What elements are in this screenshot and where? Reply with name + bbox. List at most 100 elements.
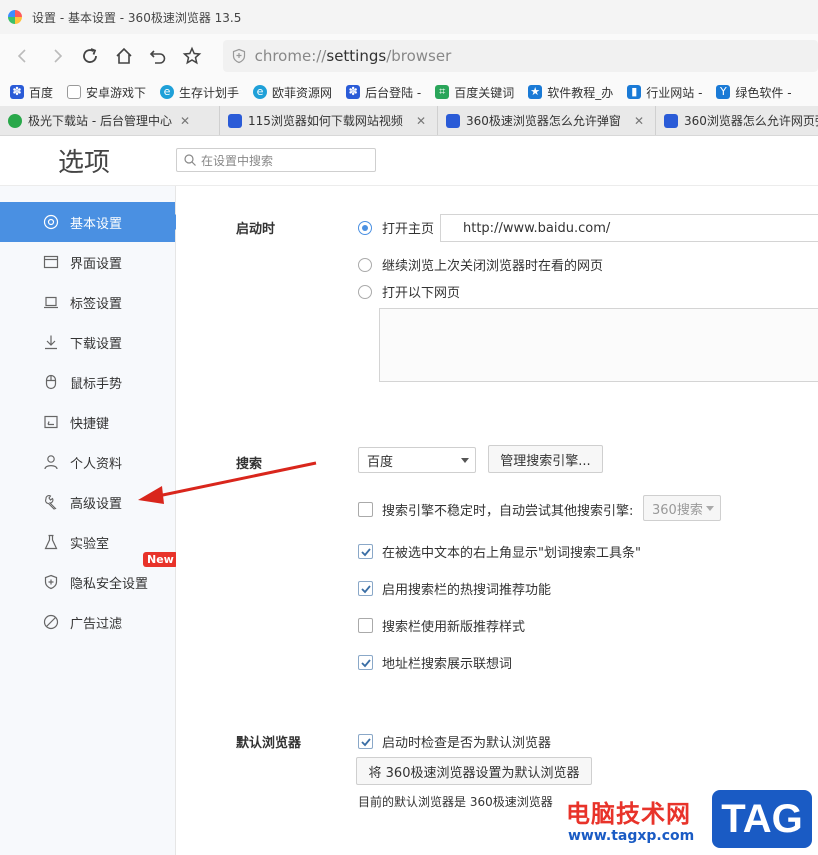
mouse-icon (42, 373, 60, 391)
checkbox-checked-icon (358, 544, 373, 559)
browser-tab[interactable]: 115浏览器如何下载网站视频 ✕ (220, 106, 438, 135)
search-placeholder: 在设置中搜索 (201, 153, 274, 168)
bookmark-item[interactable]: ✽ 百度 (10, 84, 53, 101)
checkbox-icon (358, 502, 373, 517)
user-icon (42, 453, 60, 471)
browser-logo-icon (8, 10, 22, 24)
flask-icon (42, 533, 60, 551)
undo-close-button[interactable] (143, 41, 173, 71)
sidebar-item-mouse[interactable]: 鼠标手势 (0, 362, 175, 402)
manage-search-engines-button[interactable]: 管理搜索引擎... (488, 445, 603, 473)
caret-down-icon (461, 458, 469, 463)
bookmarks-bar: ✽ 百度 安卓游戏下 e 生存计划手 e 欧菲资源网 ✽ 后台登陆 - ⌗ 百度关键词 ★… (0, 78, 818, 106)
bookmark-item[interactable]: ✽ 后台登陆 - (346, 84, 421, 101)
startup-pages-radio[interactable]: 打开以下网页 (358, 282, 460, 301)
close-tab-icon[interactable]: ✕ (416, 114, 426, 128)
sidebar-item-adblock[interactable]: 广告过滤 (0, 602, 175, 642)
search-section-label: 搜索 (236, 457, 263, 472)
bookmark-item[interactable]: ⌗ 百度关键词 (435, 84, 514, 101)
home-button[interactable] (109, 41, 139, 71)
search-icon (184, 154, 196, 166)
fallback-engine-checkbox[interactable]: 搜索引擎不稳定时，自动尝试其他搜索引擎: (358, 500, 633, 519)
settings-search-input[interactable]: 在设置中搜索 (176, 148, 376, 172)
watermark-tag-badge: TAG (712, 790, 812, 848)
bookmark-item[interactable]: 安卓游戏下 (67, 84, 146, 101)
fallback-engine-select[interactable]: 360搜索 (643, 495, 721, 521)
set-default-browser-button[interactable]: 将 360极速浏览器设置为默认浏览器 (356, 757, 592, 785)
sidebar-item-profile[interactable]: 个人资料 (0, 442, 175, 482)
checkbox-checked-icon (358, 734, 373, 749)
bookmark-item[interactable]: ▮ 行业网站 - (627, 84, 702, 101)
settings-header: 选项 在设置中搜索 (0, 136, 818, 186)
sidebar-item-tabs[interactable]: 标签设置 (0, 282, 175, 322)
close-tab-icon[interactable]: ✕ (180, 114, 190, 128)
url-host: settings (326, 47, 387, 65)
url-path: /browser (386, 47, 452, 65)
crop-icon: ⌗ (435, 85, 450, 99)
selection-search-checkbox[interactable]: 在被选中文本的右上角显示"划词搜索工具条" (358, 542, 641, 561)
browser-tab[interactable]: 360极速浏览器怎么允许弹窗 ✕ (438, 106, 656, 135)
star-icon (182, 46, 202, 65)
bookmark-item[interactable]: e 欧菲资源网 (253, 84, 332, 101)
chart-icon: ▮ (627, 85, 642, 99)
laptop-icon (42, 293, 60, 311)
startup-home-radio[interactable]: 打开主页 (358, 218, 434, 237)
reload-button[interactable] (76, 41, 106, 71)
radio-selected-icon (358, 220, 372, 235)
browser-tab[interactable]: 360浏览器怎么允许网页弹 (656, 106, 818, 135)
window-icon (42, 253, 60, 271)
settings-content: 启动时 打开主页 http://www.baidu.com/ 继续浏览上次关闭浏… (176, 186, 818, 855)
bookmark-item[interactable]: e 生存计划手 (160, 84, 239, 101)
radio-icon (358, 284, 372, 299)
chevron-right-icon (54, 49, 62, 63)
address-bar[interactable]: chrome://settings/browser (222, 40, 818, 72)
checkbox-checked-icon (358, 655, 373, 670)
default-browser-status: 目前的默认浏览器是 360极速浏览器 (358, 795, 553, 809)
y-icon: Y (716, 85, 731, 99)
startup-section-label: 启动时 (236, 222, 276, 237)
baidu-paw-icon (664, 113, 678, 128)
sidebar-item-interface[interactable]: 界面设置 (0, 242, 175, 282)
back-button[interactable] (8, 41, 38, 71)
wrench-icon (42, 493, 60, 511)
page-icon (67, 85, 82, 99)
star-icon: ★ (528, 85, 543, 99)
navigation-bar: chrome://settings/browser (0, 34, 818, 78)
download-icon (42, 333, 60, 351)
address-suggest-checkbox[interactable]: 地址栏搜索展示联想词 (358, 653, 512, 672)
new-badge: New (143, 552, 178, 567)
hot-words-checkbox[interactable]: 启用搜索栏的热搜词推荐功能 (358, 579, 551, 598)
baidu-paw-icon (446, 113, 460, 128)
undo-icon (149, 50, 166, 64)
sidebar-item-basic[interactable]: 基本设置 (0, 202, 183, 242)
search-engine-select[interactable]: 百度 (358, 447, 476, 473)
keyboard-icon (42, 413, 60, 431)
reload-icon (83, 48, 98, 63)
settings-circle-icon (42, 213, 60, 231)
home-url-input[interactable]: http://www.baidu.com/ (440, 214, 818, 242)
checkbox-checked-icon (358, 581, 373, 596)
browser-tab[interactable]: 极光下载站 - 后台管理中心 ✕ (0, 106, 220, 135)
sidebar-item-privacy[interactable]: 隐私安全设置 New (0, 552, 178, 602)
sidebar-item-advanced[interactable]: 高级设置 (0, 482, 175, 522)
page-title: 选项 (58, 148, 111, 178)
bookmark-item[interactable]: ★ 软件教程_办 (528, 84, 613, 101)
bookmark-item[interactable]: Y 绿色软件 - (716, 84, 792, 101)
bookmark-star-button[interactable] (177, 41, 207, 71)
sidebar-item-download[interactable]: 下载设置 (0, 322, 175, 362)
forward-button[interactable] (42, 41, 72, 71)
default-check-checkbox[interactable]: 启动时检查是否为默认浏览器 (358, 732, 551, 751)
url-scheme: chrome:// (254, 47, 327, 65)
new-style-checkbox[interactable]: 搜索栏使用新版推荐样式 (358, 616, 525, 635)
startup-pages-list[interactable] (379, 308, 818, 382)
close-tab-icon[interactable]: ✕ (634, 114, 644, 128)
site-favicon-icon (8, 113, 22, 128)
default-browser-section-label: 默认浏览器 (236, 736, 302, 751)
globe-icon: e (160, 85, 175, 99)
sidebar-item-shortcuts[interactable]: 快捷键 (0, 402, 175, 442)
title-bar: 设置 - 基本设置 - 360极速浏览器 13.5 (0, 0, 818, 34)
block-icon (42, 613, 60, 631)
startup-continue-radio[interactable]: 继续浏览上次关闭浏览器时在看的网页 (358, 255, 603, 274)
watermark-url: www.tagxp.com (568, 828, 695, 844)
baidu-paw-icon: ✽ (346, 85, 361, 99)
